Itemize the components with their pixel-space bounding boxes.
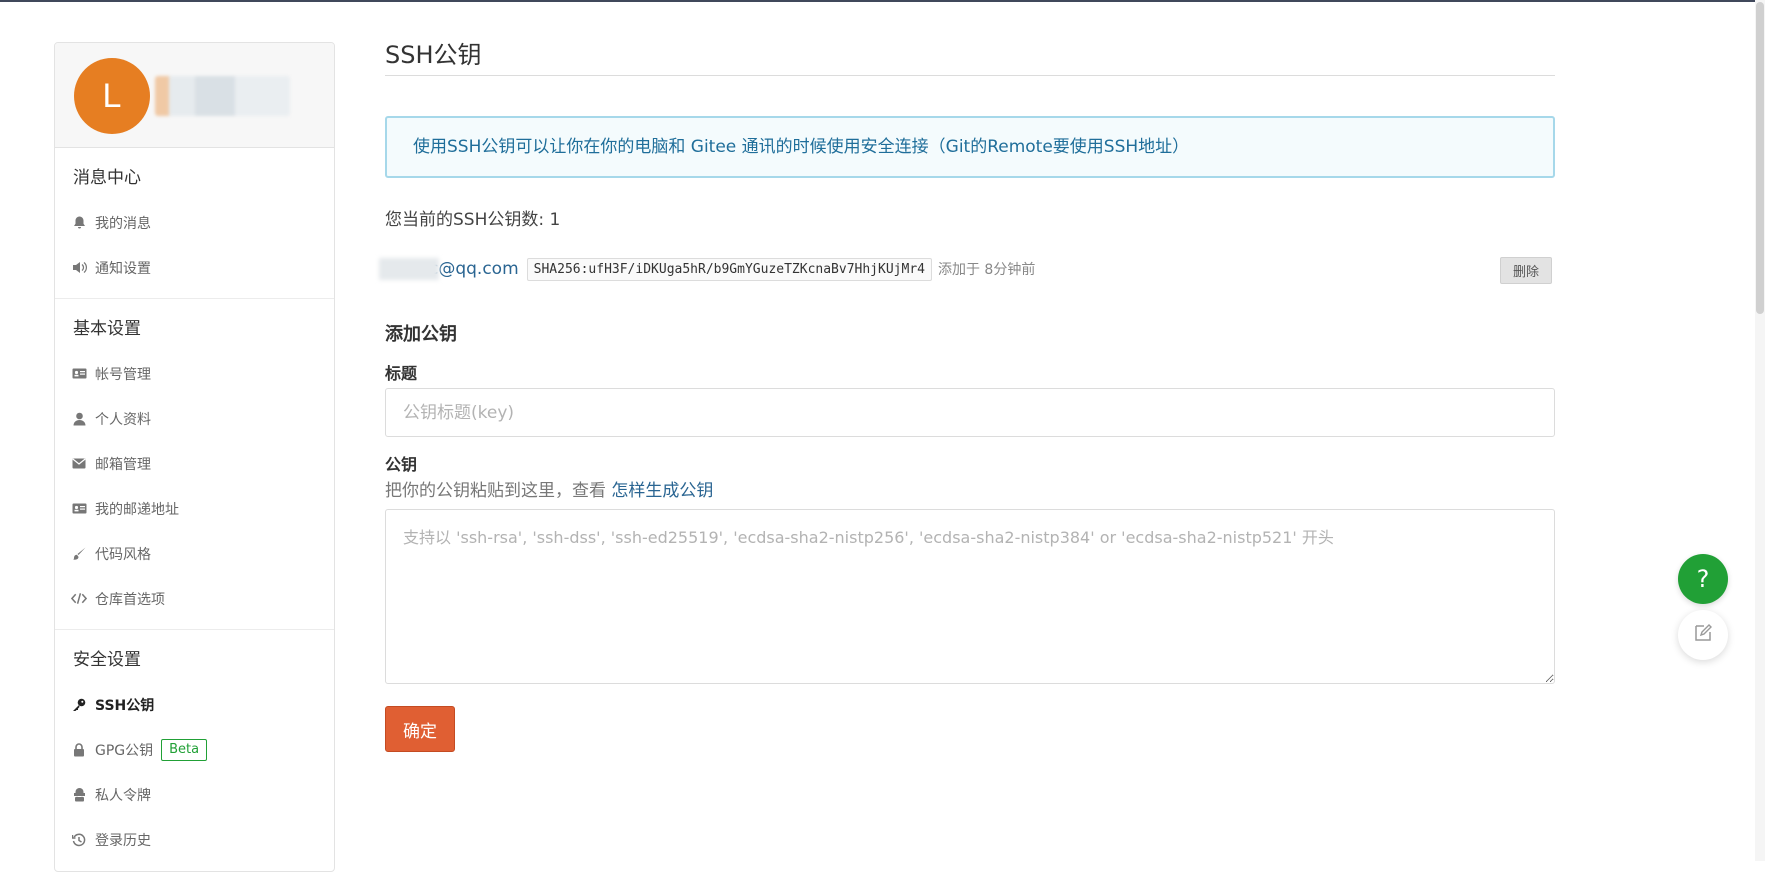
settings-sidebar: L 消息中心 我的消息 通知设置 基本设置 帐号管理 个人资料 邮箱管理 我的邮… (54, 42, 335, 872)
sidebar-item-login-history[interactable]: 登录历史 (55, 817, 334, 862)
id-card-icon (71, 366, 87, 382)
sidebar-item-gpg-keys[interactable]: GPG公钥 Beta (55, 727, 334, 772)
lock-icon (71, 742, 87, 758)
scrollbar-track[interactable] (1755, 0, 1765, 861)
sidebar-item-label: GPG公钥 (95, 742, 154, 759)
sidebar-item-label: 个人资料 (95, 411, 151, 428)
ssh-key-row: c@qq.com SHA256:ufH3F/iDKUga5hR/b9GmYGuz… (379, 254, 1555, 284)
main-content: SSH公钥 使用SSH公钥可以让你在你的电脑和 Gitee 通讯的时候使用安全连… (379, 38, 1555, 752)
scrollbar-thumb[interactable] (1756, 2, 1764, 314)
speaker-icon (71, 260, 87, 276)
help-button[interactable]: ? (1678, 554, 1728, 604)
info-alert: 使用SSH公钥可以让你在你的电脑和 Gitee 通讯的时候使用安全连接（Git的… (385, 116, 1555, 178)
email-redacted (379, 258, 439, 280)
title-label: 标题 (385, 364, 418, 383)
sidebar-item-my-messages[interactable]: 我的消息 (55, 200, 334, 245)
sidebar-section-messages: 消息中心 我的消息 通知设置 (55, 148, 334, 299)
add-key-heading: 添加公钥 (385, 324, 457, 345)
avatar[interactable]: L (74, 58, 150, 134)
key-title-input[interactable] (385, 388, 1555, 437)
sidebar-item-ssh-keys[interactable]: SSH公钥 (55, 682, 334, 727)
submit-button[interactable]: 确定 (385, 706, 455, 752)
sidebar-section-title: 基本设置 (73, 319, 141, 339)
sidebar-item-personal-tokens[interactable]: 私人令牌 (55, 772, 334, 817)
ssh-key-count: 您当前的SSH公钥数: 1 (385, 210, 561, 230)
envelope-icon (71, 456, 87, 472)
sidebar-item-label: 我的邮递地址 (95, 501, 179, 518)
public-key-label: 公钥 (385, 455, 418, 474)
key-added-time: 添加于 8分钟前 (937, 262, 1036, 278)
sidebar-section-title: 消息中心 (73, 168, 141, 188)
feedback-button[interactable] (1678, 610, 1728, 660)
key-email: c@qq.com (429, 259, 519, 279)
sidebar-section-security: 安全设置 SSH公钥 GPG公钥 Beta 私人令牌 登录历史 (55, 630, 334, 870)
edit-icon (1693, 623, 1713, 647)
sidebar-section-basic: 基本设置 帐号管理 个人资料 邮箱管理 我的邮递地址 代码风格 仓库首选项 (55, 299, 334, 630)
top-border (0, 0, 1765, 2)
sidebar-item-label: 邮箱管理 (95, 456, 151, 473)
sidebar-item-label: 代码风格 (95, 546, 151, 563)
sidebar-item-label: 通知设置 (95, 260, 151, 277)
bell-icon (71, 215, 87, 231)
page-title: SSH公钥 (385, 38, 1555, 76)
sidebar-item-repo-preferences[interactable]: 仓库首选项 (55, 576, 334, 621)
sidebar-item-notification-settings[interactable]: 通知设置 (55, 245, 334, 290)
sidebar-profile: L (55, 43, 334, 148)
public-key-textarea[interactable] (385, 509, 1555, 684)
how-to-generate-key-link[interactable]: 怎样生成公钥 (611, 481, 713, 501)
key-fingerprint: SHA256:ufH3F/iDKUga5hR/b9GmYGuzeTZKcnaBv… (526, 257, 932, 281)
sidebar-item-label: 登录历史 (95, 832, 151, 849)
address-card-icon (71, 501, 87, 517)
public-key-hint: 把你的公钥粘贴到这里，查看 怎样生成公钥 (385, 479, 1555, 503)
beta-badge: Beta (161, 738, 208, 761)
code-icon (71, 591, 87, 607)
hint-text: 把你的公钥粘贴到这里，查看 (385, 481, 612, 501)
delete-key-button[interactable]: 删除 (1499, 257, 1552, 284)
sidebar-item-label: 仓库首选项 (95, 591, 165, 608)
sidebar-item-account[interactable]: 帐号管理 (55, 351, 334, 396)
sidebar-item-email[interactable]: 邮箱管理 (55, 441, 334, 486)
sidebar-item-label: 我的消息 (95, 215, 151, 232)
sidebar-section-title: 安全设置 (73, 650, 141, 670)
sidebar-item-address[interactable]: 我的邮递地址 (55, 486, 334, 531)
sidebar-item-profile[interactable]: 个人资料 (55, 396, 334, 441)
sidebar-item-label: 帐号管理 (95, 366, 151, 383)
sidebar-item-label: SSH公钥 (95, 697, 155, 714)
brush-icon (71, 546, 87, 562)
token-icon (71, 787, 87, 803)
sidebar-item-code-style[interactable]: 代码风格 (55, 531, 334, 576)
user-icon (71, 411, 87, 427)
key-icon (71, 697, 87, 713)
history-icon (71, 832, 87, 848)
username-redacted (155, 76, 290, 116)
sidebar-item-label: 私人令牌 (95, 787, 151, 804)
